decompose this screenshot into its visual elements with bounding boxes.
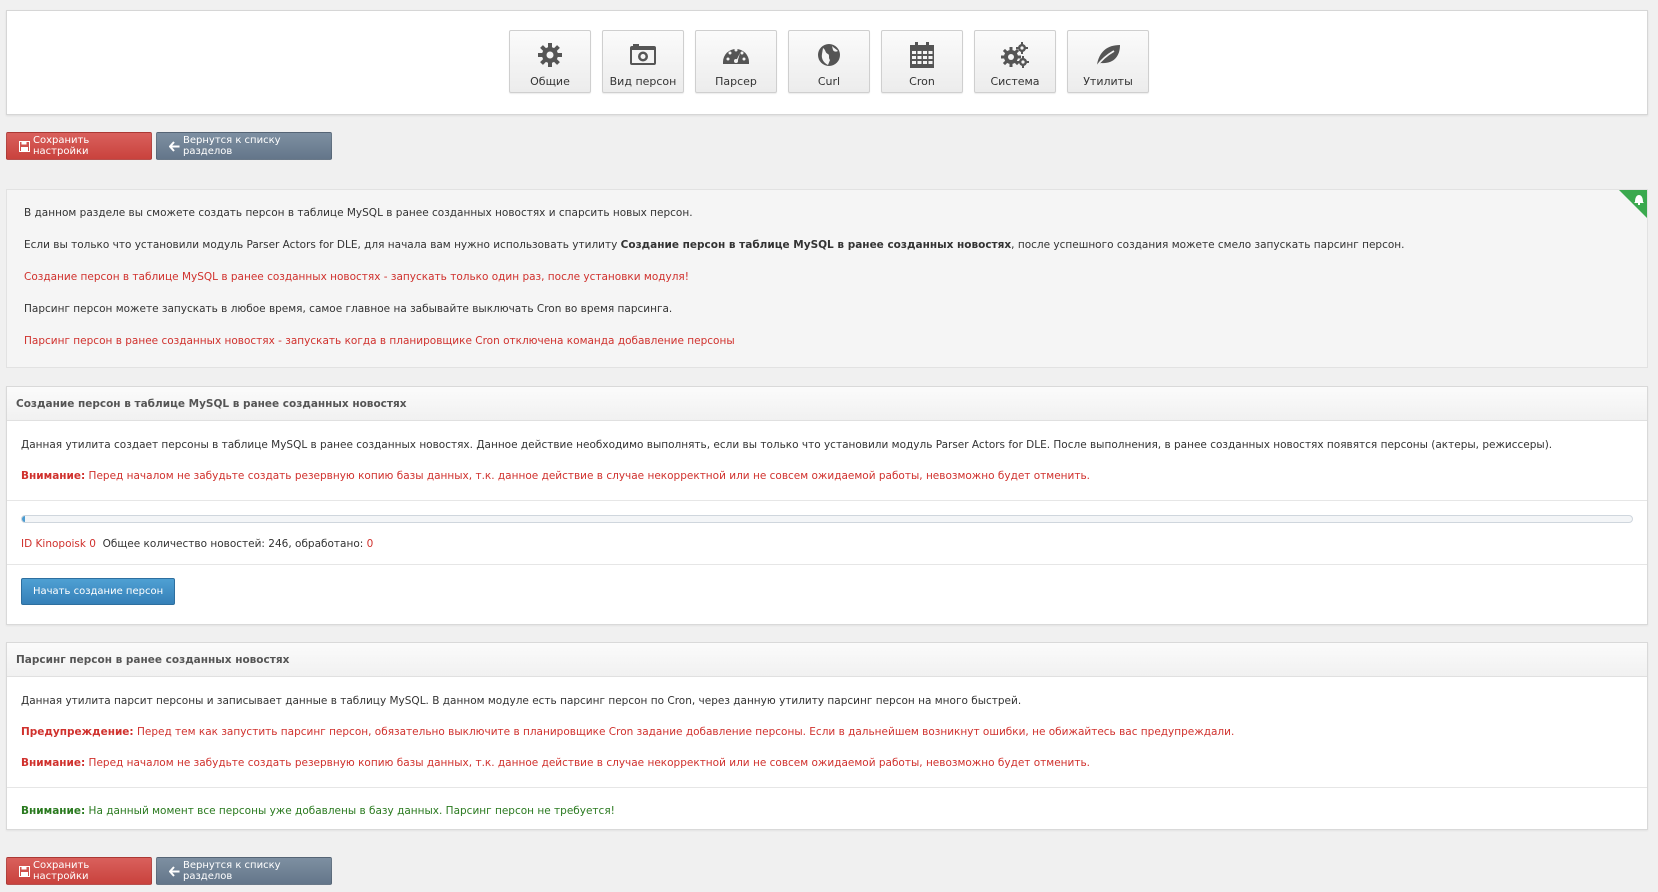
arrow-left-icon xyxy=(169,865,180,877)
info-text: В данном разделе вы сможете создать перс… xyxy=(24,207,693,219)
info-panel: В данном разделе вы сможете создать перс… xyxy=(6,189,1648,368)
info-text: Парсинг персон можете запускать в любое … xyxy=(24,303,673,315)
divider xyxy=(7,500,1647,501)
top-toolbar: Сохранить настройки Вернутся к списку ра… xyxy=(6,132,332,160)
tab-general[interactable]: Общие xyxy=(509,30,591,93)
tab-label: Парсер xyxy=(715,75,757,88)
progress-stats: ID Kinopoisk 0 Общее количество новостей… xyxy=(7,523,1647,564)
tab-label: Cron xyxy=(909,75,935,88)
tab-curl[interactable]: Curl xyxy=(788,30,870,93)
section-description: Данная утилита создает персоны в таблице… xyxy=(21,439,1553,451)
processed-count: 0 xyxy=(366,538,374,550)
section-title: Создание персон в таблице MySQL в ранее … xyxy=(7,387,1647,421)
tab-parser[interactable]: Парсер xyxy=(695,30,777,93)
leaf-icon xyxy=(1093,40,1123,70)
create-persons-section: Создание персон в таблице MySQL в ранее … xyxy=(6,386,1648,625)
news-count: Общее количество новостей: 246, обработа… xyxy=(95,538,367,550)
tab-persons-view[interactable]: Вид персон xyxy=(602,30,684,93)
start-create-persons-button[interactable]: Начать создание персон xyxy=(21,578,176,605)
settings-nav-panel: Общие Вид персон Парсер Curl Cron Систем… xyxy=(6,10,1648,115)
save-settings-button[interactable]: Сохранить настройки xyxy=(6,857,152,885)
bottom-toolbar: Сохранить настройки Вернутся к списку ра… xyxy=(6,857,332,885)
section-warning: Внимание: Перед началом не забудьте созд… xyxy=(21,757,1091,769)
parse-status: Внимание: На данный момент все персоны у… xyxy=(21,805,615,817)
gear-icon xyxy=(535,40,565,70)
section-description: Данная утилита парсит персоны и записыва… xyxy=(21,695,1022,707)
back-to-sections-label: Вернутся к списку разделов xyxy=(183,860,281,882)
floppy-icon xyxy=(19,865,30,877)
save-settings-label: Сохранить настройки xyxy=(33,860,90,882)
tab-label: Система xyxy=(990,75,1040,88)
kinopoisk-id: ID Kinopoisk 0 xyxy=(21,538,96,550)
globe-icon xyxy=(814,40,844,70)
tab-utilities[interactable]: Утилиты xyxy=(1067,30,1149,93)
progress-bar xyxy=(21,515,1633,523)
progress-fill xyxy=(22,516,26,522)
tab-label: Утилиты xyxy=(1083,75,1133,88)
section-notice: Предупреждение: Перед тем как запустить … xyxy=(21,726,1235,738)
save-settings-label: Сохранить настройки xyxy=(33,135,90,157)
camera-icon xyxy=(628,40,658,70)
arrow-left-icon xyxy=(169,140,180,152)
tab-label: Curl xyxy=(817,75,841,88)
bell-icon xyxy=(1619,190,1647,218)
info-warning: Парсинг персон в ранее созданных новостя… xyxy=(24,335,735,347)
floppy-icon xyxy=(19,140,30,152)
back-to-sections-label: Вернутся к списку разделов xyxy=(183,135,281,157)
settings-tabs: Общие Вид персон Парсер Curl Cron Систем… xyxy=(509,30,1149,93)
section-title: Парсинг персон в ранее созданных новостя… xyxy=(7,643,1647,677)
save-settings-button[interactable]: Сохранить настройки xyxy=(6,132,152,160)
parse-persons-section: Парсинг персон в ранее созданных новостя… xyxy=(6,642,1648,830)
tab-label: Вид персон xyxy=(609,75,677,88)
section-warning: Внимание: Перед началом не забудьте созд… xyxy=(21,470,1091,482)
back-to-sections-button[interactable]: Вернутся к списку разделов xyxy=(156,132,332,160)
utility-name: Создание персон в таблице MySQL в ранее … xyxy=(620,239,1012,251)
tab-system[interactable]: Система xyxy=(974,30,1056,93)
calendar-icon xyxy=(907,40,937,70)
info-warning: Создание персон в таблице MySQL в ранее … xyxy=(24,271,689,283)
tab-label: Общие xyxy=(530,75,570,88)
back-to-sections-button[interactable]: Вернутся к списку разделов xyxy=(156,857,332,885)
info-text: Если вы только что установили модуль Par… xyxy=(24,239,1405,251)
dashboard-icon xyxy=(721,40,751,70)
gears-icon xyxy=(1000,40,1030,70)
tab-cron[interactable]: Cron xyxy=(881,30,963,93)
